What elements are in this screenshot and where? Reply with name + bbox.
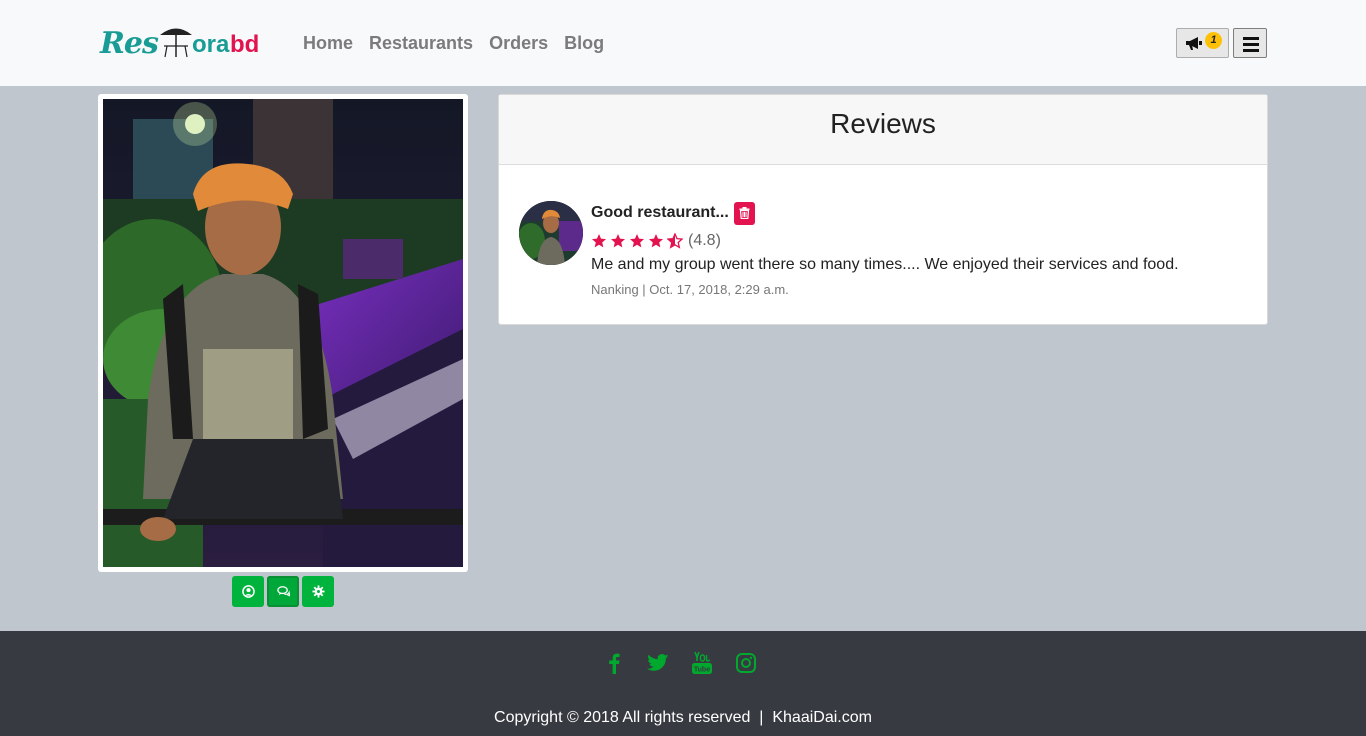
- nav-restaurants-link[interactable]: Restaurants: [369, 33, 473, 54]
- reviews-card-header: Reviews: [499, 95, 1267, 165]
- star-half-icon: [667, 233, 683, 249]
- megaphone-icon: [1186, 37, 1202, 50]
- nav-blog-link[interactable]: Blog: [564, 33, 604, 54]
- facebook-icon: [609, 653, 620, 674]
- hamburger-icon-bar: [1243, 49, 1259, 52]
- star-full-icon: [611, 234, 625, 248]
- star-full-icon: [630, 234, 644, 248]
- gear-icon: [311, 585, 325, 598]
- review-rating-value: (4.8): [688, 232, 721, 249]
- review-meta: Nanking | Oct. 17, 2018, 2:29 a.m.: [591, 282, 789, 297]
- svg-text:Tube: Tube: [694, 667, 710, 674]
- brand-logo[interactable]: Res ora bd: [100, 22, 270, 64]
- profile-photo: [103, 99, 463, 567]
- youtube-icon: Tube: [692, 652, 712, 674]
- youtube-link[interactable]: Tube: [680, 651, 724, 675]
- reviews-card: Reviews Good restaurant... (4.8) Me and …: [498, 94, 1268, 325]
- profile-action-buttons: [232, 576, 334, 607]
- reviewer-avatar-image: [519, 201, 583, 265]
- profile-photo-frame: [98, 94, 468, 572]
- hamburger-menu-button[interactable]: [1233, 28, 1267, 58]
- twitter-icon: [647, 654, 669, 671]
- reviews-button[interactable]: [267, 576, 299, 607]
- review-rating: (4.8): [591, 232, 1179, 250]
- delete-review-button[interactable]: [733, 201, 755, 225]
- settings-button[interactable]: [302, 576, 334, 607]
- trash-icon: [739, 207, 750, 219]
- instagram-link[interactable]: [724, 651, 768, 675]
- nav-home-link[interactable]: Home: [303, 33, 353, 54]
- social-links: Tube: [592, 651, 768, 675]
- comments-icon: [276, 586, 290, 597]
- profile-photo-image: [103, 99, 463, 567]
- instagram-icon: [736, 653, 756, 673]
- umbrella-logo-icon: [160, 28, 192, 58]
- review-title-row: Good restaurant...: [591, 201, 1179, 225]
- hamburger-icon-bar: [1243, 43, 1259, 46]
- hamburger-icon-bar: [1243, 37, 1259, 40]
- star-full-icon: [649, 234, 663, 248]
- star-full-icon: [592, 234, 606, 248]
- navbar: Res ora bd Home Restaurants Orders Blog …: [0, 0, 1366, 86]
- twitter-link[interactable]: [636, 651, 680, 675]
- review-title: Good restaurant...: [591, 204, 729, 221]
- reviewer-avatar[interactable]: [519, 201, 583, 265]
- notification-count-badge: 1: [1205, 32, 1222, 49]
- review-text: Me and my group went there so many times…: [591, 256, 1179, 273]
- reviews-heading: Reviews: [830, 108, 936, 139]
- user-circle-icon: [241, 585, 255, 598]
- facebook-link[interactable]: [592, 651, 636, 675]
- logo-text-ora: ora: [192, 31, 230, 58]
- main-nav: Home Restaurants Orders Blog: [303, 33, 620, 54]
- footer: Tube Copyright © 2018 All rights reserve…: [0, 631, 1366, 736]
- copyright-text: Copyright © 2018 All rights reserved | K…: [494, 709, 872, 726]
- notifications-button[interactable]: 1: [1176, 28, 1229, 58]
- profile-button[interactable]: [232, 576, 264, 607]
- logo-text-bd: bd: [230, 31, 260, 58]
- review-body: Good restaurant... (4.8) Me and my group…: [591, 201, 1179, 297]
- logo-text-res: Res: [100, 26, 159, 61]
- nav-orders-link[interactable]: Orders: [489, 33, 548, 54]
